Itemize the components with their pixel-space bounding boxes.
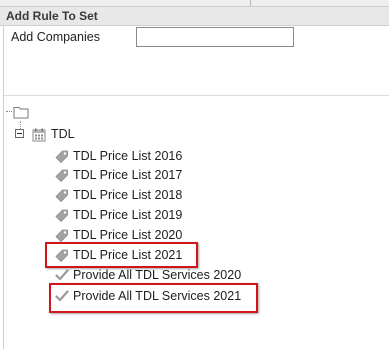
add-companies-label: Add Companies [11,30,100,44]
tree-connector [6,111,12,113]
tag-icon [54,187,70,203]
tree-item-label: TDL Price List 2017 [73,168,183,182]
tag-icon [54,148,70,164]
tag-icon [54,167,70,183]
section-divider [4,95,389,96]
top-strip [0,0,389,7]
highlight-box-price-list-2021 [45,242,198,268]
tree-connector-vertical [20,121,21,129]
tree-node-label: TDL [51,127,75,141]
tree-item-label: Provide All TDL Services 2020 [73,268,242,282]
tree-item-label: TDL Price List 2019 [73,208,183,222]
column-separator [250,0,251,6]
check-icon [54,267,70,283]
add-rule-dialog: Add Rule To Set Add Companies TDL TDL Pr… [0,0,389,349]
tree-item-label: TDL Price List 2020 [73,228,183,242]
highlight-box-services-2021 [49,283,258,313]
panel-title: Add Rule To Set [6,9,98,23]
tag-icon [54,227,70,243]
tag-icon [54,207,70,223]
add-companies-input[interactable] [136,27,294,47]
tree-item-label: TDL Price List 2018 [73,188,183,202]
folder-icon [13,104,29,123]
tree-item-label: TDL Price List 2016 [73,149,183,163]
panel-border [3,26,4,349]
panel-header: Add Rule To Set [0,7,389,26]
calendar-icon [32,127,46,146]
collapse-toggle[interactable] [15,129,24,138]
